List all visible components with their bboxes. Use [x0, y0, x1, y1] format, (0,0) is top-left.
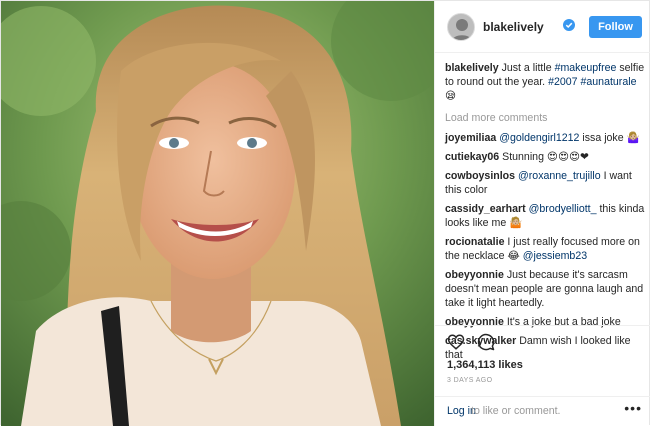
- post-caption: blakelively Just a little #makeupfree se…: [445, 61, 645, 103]
- comment-item: cowboysinlos @roxanne_trujillo I want th…: [445, 169, 645, 197]
- comment-text: Stunning 😍😍😍❤: [502, 151, 589, 163]
- comment-username[interactable]: cutiekay06: [445, 151, 499, 163]
- caption-username[interactable]: blakelively: [445, 62, 499, 74]
- comment-mention[interactable]: @roxanne_trujillo: [518, 170, 601, 182]
- hashtag-link[interactable]: #aunaturale: [581, 76, 637, 88]
- comment-bubble-icon[interactable]: [477, 333, 495, 351]
- post-timestamp: 3 DAYS AGO: [447, 377, 493, 384]
- instagram-post: blakelively Follow blakelively Just a li…: [0, 0, 650, 426]
- login-prompt-text: to like or comment.: [471, 405, 561, 417]
- load-more-comments-link[interactable]: Load more comments: [445, 111, 645, 125]
- follow-button[interactable]: Follow: [589, 16, 642, 38]
- username-link[interactable]: blakelively: [483, 20, 544, 34]
- verified-badge-icon: [563, 19, 575, 31]
- comment-item: obeyyonnie Just because it's sarcasm doe…: [445, 268, 645, 310]
- likes-count[interactable]: 1,364,113 likes: [447, 359, 523, 371]
- comments-list: blakelively Just a little #makeupfree se…: [445, 61, 645, 367]
- post-photo[interactable]: [1, 1, 434, 426]
- comment-text: issa joke 🤷🏼‍♀️: [582, 132, 640, 144]
- caption-text: Just a little: [501, 62, 552, 74]
- comment-mention[interactable]: @jessiemb23: [523, 250, 587, 262]
- comment-mention[interactable]: @brodyelliott_: [529, 203, 597, 215]
- comment-username[interactable]: cassidy_earhart: [445, 203, 526, 215]
- post-header: blakelively Follow: [435, 1, 650, 53]
- hashtag-link[interactable]: #2007: [548, 76, 577, 88]
- caption-emoji: 😪: [445, 90, 457, 102]
- comment-username[interactable]: rocionatalie: [445, 236, 504, 248]
- heart-outline-icon[interactable]: [447, 333, 465, 351]
- comment-username[interactable]: joyemiliaa: [445, 132, 496, 144]
- post-actions: 1,364,113 likes 3 DAYS AGO Log in to lik…: [435, 325, 650, 423]
- hashtag-link[interactable]: #makeupfree: [555, 62, 617, 74]
- comment-item: rocionatalie I just really focused more …: [445, 235, 645, 263]
- comment-mention[interactable]: @goldengirl1212: [499, 132, 579, 144]
- comment-item: joyemiliaa @goldengirl1212 issa joke 🤷🏼‍…: [445, 131, 645, 145]
- post-side-panel: blakelively Follow blakelively Just a li…: [434, 1, 650, 426]
- comment-item: cassidy_earhart @brodyelliott_ this kind…: [445, 202, 645, 230]
- login-row: Log in to like or comment. •••: [435, 396, 650, 424]
- comment-item: cutiekay06 Stunning 😍😍😍❤: [445, 150, 645, 164]
- more-options-icon[interactable]: •••: [624, 400, 642, 416]
- portrait-image: [1, 1, 434, 426]
- comment-username[interactable]: cowboysinlos: [445, 170, 515, 182]
- comment-username[interactable]: obeyyonnie: [445, 269, 504, 281]
- user-avatar[interactable]: [447, 13, 475, 41]
